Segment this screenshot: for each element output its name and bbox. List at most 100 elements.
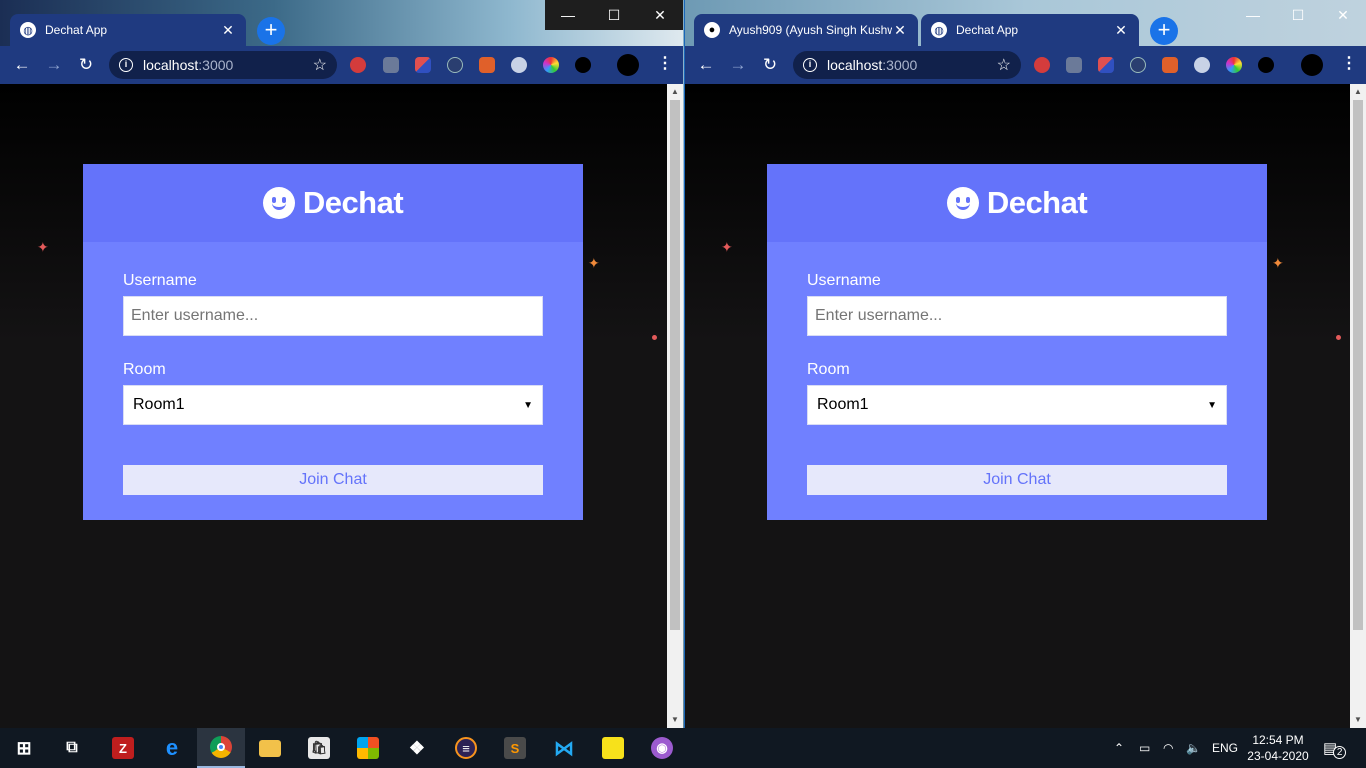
- room-select[interactable]: Room1 ▼: [807, 385, 1227, 425]
- back-button[interactable]: ←: [6, 49, 38, 81]
- app-icon[interactable]: [344, 728, 392, 768]
- join-chat-button[interactable]: Join Chat: [123, 465, 543, 495]
- wifi-icon[interactable]: ◠: [1163, 728, 1173, 768]
- extension-icon[interactable]: [1194, 57, 1210, 73]
- brand-title: Dechat: [302, 185, 404, 220]
- new-tab-button[interactable]: +: [257, 17, 285, 45]
- file-explorer-icon[interactable]: [246, 728, 294, 768]
- extension-icon[interactable]: [1034, 57, 1050, 73]
- maximize-button[interactable]: ☐: [591, 0, 637, 30]
- address-bar[interactable]: i localhost:3000 ☆: [793, 51, 1021, 79]
- notification-count: 2: [1333, 745, 1347, 759]
- extension-icon[interactable]: [1130, 57, 1146, 73]
- extension-icon[interactable]: [1162, 57, 1178, 73]
- task-view-icon[interactable]: ⧉: [48, 728, 96, 768]
- dot-decoration: [652, 335, 657, 340]
- extension-icon[interactable]: [511, 57, 527, 73]
- maximize-button[interactable]: ☐: [1275, 0, 1321, 30]
- sticky-notes-icon[interactable]: [589, 728, 637, 768]
- address-host: localhost: [143, 57, 199, 73]
- scroll-thumb[interactable]: [670, 100, 680, 630]
- reload-button[interactable]: ↻: [754, 49, 786, 81]
- minimize-button[interactable]: —: [1230, 0, 1276, 30]
- scroll-down-icon[interactable]: ▼: [1350, 712, 1366, 728]
- info-icon[interactable]: i: [803, 58, 817, 72]
- address-bar[interactable]: i localhost:3000 ☆: [109, 51, 337, 79]
- close-icon[interactable]: ✕: [220, 22, 236, 39]
- show-hidden-icons-icon[interactable]: ⌃: [1114, 728, 1124, 768]
- back-button[interactable]: ←: [690, 49, 722, 81]
- vscode-icon[interactable]: ⋈: [540, 728, 588, 768]
- extension-icon[interactable]: [350, 57, 366, 73]
- scrollbar[interactable]: ▲ ▼: [667, 84, 683, 728]
- clock-date: 23-04-2020: [1247, 749, 1309, 763]
- tab-dechat-app[interactable]: ◍ Dechat App ✕: [921, 14, 1139, 46]
- bookmark-star-icon[interactable]: ☆: [313, 55, 327, 75]
- brand-title: Dechat: [986, 185, 1088, 220]
- username-input[interactable]: Enter username...: [123, 296, 543, 336]
- extension-icon[interactable]: [1066, 57, 1082, 73]
- extension-icon[interactable]: [1226, 57, 1242, 73]
- taskbar: ⊞ ⧉ Z e 🛍 ❖ ≡ S ⋈ ◉ ⌃ ▭ ◠ 🔈 ENG 12:54 PM…: [0, 728, 1366, 768]
- close-icon[interactable]: ✕: [892, 22, 908, 39]
- forward-button[interactable]: →: [38, 49, 70, 81]
- reload-button[interactable]: ↻: [70, 49, 102, 81]
- username-label: Username: [807, 272, 881, 289]
- sparkle-decoration: ✦: [37, 239, 49, 255]
- notifications-icon[interactable]: ▤ 2: [1323, 728, 1347, 768]
- extension-icon[interactable]: [543, 57, 559, 73]
- tab-dechat-app[interactable]: ◍ Dechat App ✕: [10, 14, 246, 46]
- sparkle-decoration: ✦: [1272, 255, 1284, 271]
- info-icon[interactable]: i: [119, 58, 133, 72]
- scroll-up-icon[interactable]: ▲: [667, 84, 683, 100]
- close-window-button[interactable]: ✕: [637, 0, 683, 30]
- store-icon[interactable]: 🛍: [295, 728, 343, 768]
- extension-icon[interactable]: [575, 57, 591, 73]
- profile-avatar[interactable]: [1301, 54, 1323, 76]
- scroll-up-icon[interactable]: ▲: [1350, 84, 1366, 100]
- edge-icon[interactable]: e: [148, 728, 196, 768]
- join-chat-button[interactable]: Join Chat: [807, 465, 1227, 495]
- globe-icon: ◍: [20, 22, 36, 38]
- extension-icon[interactable]: [447, 57, 463, 73]
- room-select[interactable]: Room1 ▼: [123, 385, 543, 425]
- extension-icon[interactable]: [1258, 57, 1274, 73]
- github-desktop-icon[interactable]: ◉: [638, 728, 686, 768]
- clock[interactable]: 12:54 PM 23-04-2020: [1238, 732, 1318, 764]
- room-label: Room: [807, 361, 850, 378]
- bookmark-star-icon[interactable]: ☆: [997, 55, 1011, 75]
- sublime-icon[interactable]: S: [491, 728, 539, 768]
- browser-toolbar: ← → ↻ i localhost:3000 ☆ ⋮: [685, 46, 1366, 84]
- new-tab-button[interactable]: +: [1150, 17, 1178, 45]
- windows-start-icon[interactable]: ⊞: [0, 728, 48, 768]
- forward-button[interactable]: →: [722, 49, 754, 81]
- room-selected-value: Room1: [133, 396, 185, 413]
- address-port: :3000: [882, 57, 918, 73]
- filezilla-icon[interactable]: Z: [99, 728, 147, 768]
- extension-icon[interactable]: [1098, 57, 1114, 73]
- eclipse-icon[interactable]: ≡: [442, 728, 490, 768]
- smile-icon: [262, 187, 295, 219]
- battery-icon[interactable]: ▭: [1139, 728, 1150, 768]
- username-input[interactable]: Enter username...: [807, 296, 1227, 336]
- menu-icon[interactable]: ⋮: [657, 56, 673, 72]
- scroll-down-icon[interactable]: ▼: [667, 712, 683, 728]
- scrollbar[interactable]: ▲ ▼: [1350, 84, 1366, 728]
- close-window-button[interactable]: ✕: [1320, 0, 1366, 30]
- close-icon[interactable]: ✕: [1113, 22, 1129, 39]
- minimize-button[interactable]: —: [545, 0, 591, 30]
- profile-avatar[interactable]: [617, 54, 639, 76]
- extension-icon[interactable]: [383, 57, 399, 73]
- dropbox-icon[interactable]: ❖: [393, 728, 441, 768]
- menu-icon[interactable]: ⋮: [1341, 56, 1357, 72]
- volume-icon[interactable]: 🔈: [1186, 728, 1201, 768]
- extension-icon[interactable]: [479, 57, 495, 73]
- extension-icon[interactable]: [415, 57, 431, 73]
- language-indicator[interactable]: ENG: [1212, 728, 1238, 768]
- chrome-icon[interactable]: [197, 728, 245, 768]
- room-label: Room: [123, 361, 166, 378]
- dot-decoration: [1336, 335, 1341, 340]
- tab-github[interactable]: ● Ayush909 (Ayush Singh Kushw ✕: [694, 14, 918, 46]
- scroll-thumb[interactable]: [1353, 100, 1363, 630]
- title-bar: ● Ayush909 (Ayush Singh Kushw ✕ ◍ Dechat…: [685, 0, 1366, 46]
